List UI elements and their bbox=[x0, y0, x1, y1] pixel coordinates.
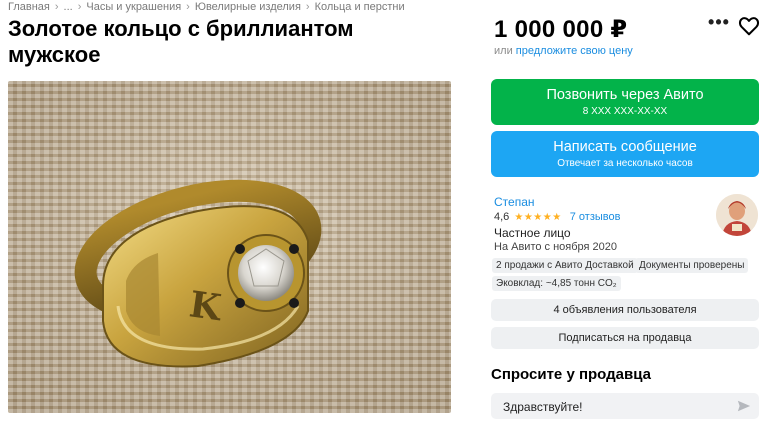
offer-prefix: или bbox=[494, 45, 513, 57]
breadcrumb-separator: › bbox=[54, 1, 59, 13]
avatar-image bbox=[716, 194, 758, 236]
breadcrumb-separator: › bbox=[305, 1, 310, 13]
breadcrumb-rings[interactable]: Кольца и перстни bbox=[315, 1, 405, 13]
message-button-label: Написать сообщение bbox=[553, 139, 697, 155]
seller-rating: 4,6 ★★★★★ 7 отзывов bbox=[494, 211, 620, 223]
seller-avatar[interactable] bbox=[716, 194, 758, 236]
breadcrumb-watches-jewelry[interactable]: Часы и украшения bbox=[86, 1, 181, 13]
user-ads-button[interactable]: 4 объявления пользователя bbox=[491, 299, 759, 321]
call-button-label: Позвонить через Авито bbox=[546, 87, 704, 103]
rating-stars-icon: ★★★★★ bbox=[514, 212, 562, 223]
price: 1 000 000 ₽ bbox=[494, 16, 628, 43]
message-button-sub: Отвечает за несколько часов bbox=[557, 158, 693, 169]
delivery-sales-badge[interactable]: 2 продажи с Авито Доставкой bbox=[492, 258, 638, 273]
ring-illustration: K bbox=[8, 81, 451, 413]
documents-verified-badge[interactable]: Документы проверены bbox=[635, 258, 749, 273]
call-button-phone: 8 XXX XXX-XX-XX bbox=[582, 106, 668, 117]
listing-title: Золотое кольцо с бриллиантом мужское bbox=[8, 16, 354, 67]
ask-input-value: Здравствуйте! bbox=[503, 400, 583, 414]
call-button[interactable]: Позвонить через Авито 8 XXX XXX-XX-XX bbox=[491, 79, 759, 125]
message-button[interactable]: Написать сообщение Отвечает за несколько… bbox=[491, 131, 759, 177]
rating-value: 4,6 bbox=[494, 211, 510, 223]
subscribe-seller-button[interactable]: Подписаться на продавца bbox=[491, 327, 759, 349]
breadcrumb: Главная ›... › Часы и украшения › Ювелирные и… bbox=[8, 1, 405, 13]
seller-name-link[interactable]: Степан bbox=[494, 195, 535, 209]
eco-contribution-badge[interactable]: Эковклад: ~4,85 тонн CO₂ bbox=[492, 276, 621, 291]
offer-price-link[interactable]: предложите свою цену bbox=[516, 45, 633, 57]
breadcrumb-separator: › bbox=[186, 1, 190, 13]
breadcrumb-ellipsis[interactable]: ... bbox=[64, 1, 73, 13]
breadcrumb-home[interactable]: Главная bbox=[8, 1, 50, 13]
reviews-link[interactable]: 7 отзывов bbox=[570, 211, 621, 223]
listing-photo[interactable]: K bbox=[8, 81, 451, 413]
more-dots-icon[interactable]: ••• bbox=[708, 13, 730, 36]
ask-seller-input[interactable]: Здравствуйте! bbox=[491, 393, 759, 419]
seller-since: На Авито с ноября 2020 bbox=[494, 241, 618, 253]
send-icon[interactable] bbox=[737, 399, 751, 413]
breadcrumb-separator: › bbox=[77, 1, 82, 13]
heart-icon[interactable] bbox=[738, 15, 760, 37]
price-offer: или предложите свою цену bbox=[494, 45, 633, 57]
seller-type: Частное лицо bbox=[494, 226, 571, 240]
ask-seller-title: Спросите у продавца bbox=[491, 366, 651, 383]
breadcrumb-jewelry[interactable]: Ювелирные изделия bbox=[195, 1, 301, 13]
